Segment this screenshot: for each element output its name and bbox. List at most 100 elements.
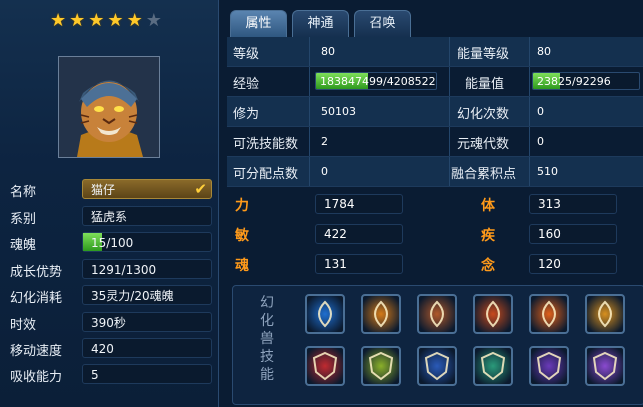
fusion-points-label: 融合累积点 [451, 167, 517, 182]
field-name: 名称 猫仔 ✔ [10, 179, 212, 200]
soul-generation-value: 0 [537, 135, 544, 148]
spirit-guard-skill-icon[interactable] [585, 346, 625, 386]
column-divider [309, 157, 310, 186]
column-divider [449, 157, 450, 186]
transform-cost-value-box: 35灵力/20魂魄 [82, 285, 212, 305]
cultivation-value: 50103 [321, 105, 356, 118]
star-icon: ★ [88, 10, 105, 31]
pet-portrait [58, 56, 160, 158]
energy-label: 能量值 [465, 77, 505, 92]
star-icon: ★ [126, 10, 143, 31]
column-divider [529, 127, 530, 156]
star-rating: ★ ★ ★ ★ ★ ★ [50, 12, 162, 30]
agility-value-box: 422 [315, 224, 403, 244]
growth-value-box: 1291/1300 [82, 259, 212, 279]
speed-value-box: 160 [529, 224, 617, 244]
column-divider [449, 67, 450, 96]
fusion-points-value: 510 [537, 165, 558, 178]
mind-value-box: 120 [529, 254, 617, 274]
field-label: 成长优势 [10, 265, 63, 280]
agility-label: 敏 [235, 228, 249, 244]
column-divider [529, 67, 530, 96]
fire-slash-skill-icon[interactable] [473, 294, 513, 334]
inferno-skill-icon[interactable] [585, 294, 625, 334]
field-label: 魂魄 [10, 238, 37, 253]
soul-stat-value: 131 [324, 257, 347, 271]
agility-value: 422 [324, 227, 347, 241]
duration-value: 390秒 [91, 316, 126, 330]
field-absorb: 吸收能力 5 [10, 364, 212, 385]
field-duration: 时效 390秒 [10, 312, 212, 333]
energy-level-value: 80 [537, 45, 551, 58]
column-divider [309, 127, 310, 156]
energy-level-label: 能量等级 [457, 47, 510, 62]
arcane-guard-skill-icon[interactable] [529, 346, 569, 386]
cultivation-label: 修为 [233, 107, 260, 122]
resettable-skills-value: 2 [321, 135, 328, 148]
field-label: 时效 [10, 318, 37, 333]
tab-attributes[interactable]: 属性 [230, 10, 287, 37]
stat-row: 魂 131 念 120 [227, 250, 643, 279]
soul-stat-value-box: 131 [315, 254, 403, 274]
column-divider [309, 67, 310, 96]
soul-value: 15/100 [91, 236, 134, 250]
pet-name-field[interactable]: 猫仔 ✔ [82, 179, 212, 199]
move-speed-value: 420 [91, 342, 114, 356]
star-empty-icon: ★ [145, 10, 162, 31]
vortex-skill-icon[interactable] [305, 294, 345, 334]
table-row: 修为 50103 幻化次数 0 [227, 97, 643, 127]
pet-profile-panel: ★ ★ ★ ★ ★ ★ 名称 猫仔 ✔ 系别 猛虎系 魂魄 15/100 成长优… [0, 0, 219, 407]
field-move-speed: 移动速度 420 [10, 338, 212, 359]
mind-value: 120 [538, 257, 561, 271]
field-transform-cost: 幻化消耗 35灵力/20魂魄 [10, 285, 212, 306]
jade-guard-skill-icon[interactable] [473, 346, 513, 386]
field-type: 系别 猛虎系 [10, 206, 212, 227]
level-label: 等级 [233, 47, 260, 62]
tab-summon[interactable]: 召唤 [354, 10, 411, 37]
tab-abilities[interactable]: 神通 [292, 10, 349, 37]
constitution-label: 体 [481, 198, 495, 214]
column-divider [529, 97, 530, 126]
speed-label: 疾 [481, 228, 495, 244]
free-points-label: 可分配点数 [233, 167, 299, 182]
soul-stat-label: 魂 [235, 258, 249, 274]
column-divider [529, 157, 530, 186]
field-label: 移动速度 [10, 344, 63, 359]
flame-burst-skill-icon[interactable] [361, 294, 401, 334]
nature-shield-skill-icon[interactable] [361, 346, 401, 386]
table-row: 可分配点数 0 融合累积点 510 [227, 157, 643, 187]
strength-label: 力 [235, 198, 249, 214]
energy-value: 23825/92296 [537, 75, 611, 88]
pet-name-value: 猫仔 [91, 183, 116, 197]
blaze-wave-skill-icon[interactable] [529, 294, 569, 334]
table-row: 可洗技能数 2 元魂代数 0 [227, 127, 643, 157]
free-points-value: 0 [321, 165, 328, 178]
soul-generation-label: 元魂代数 [457, 137, 510, 152]
field-label: 系别 [10, 212, 37, 227]
duration-value-box: 390秒 [82, 312, 212, 332]
field-label: 吸收能力 [10, 370, 63, 385]
column-divider [449, 97, 450, 126]
field-soul: 魂魄 15/100 [10, 232, 212, 253]
star-icon: ★ [69, 10, 86, 31]
absorb-value: 5 [91, 368, 99, 382]
column-divider [449, 127, 450, 156]
transform-count-label: 幻化次数 [457, 107, 510, 122]
energy-progress-bar: 23825/92296 [532, 72, 640, 90]
soul-progress-bar: 15/100 [82, 232, 212, 252]
absorb-value-box: 5 [82, 364, 212, 384]
confirm-check-icon[interactable]: ✔ [194, 179, 207, 199]
level-value: 80 [321, 45, 335, 58]
fire-blade-skill-icon[interactable] [305, 346, 345, 386]
skills-panel: 幻化兽技能 [232, 285, 643, 405]
type-value-box: 猛虎系 [82, 206, 212, 226]
exp-label: 经验 [233, 77, 260, 92]
resettable-skills-label: 可洗技能数 [233, 137, 299, 152]
exp-progress-bar: 183847499/420852288 [315, 72, 437, 90]
speed-value: 160 [538, 227, 561, 241]
claw-strike-skill-icon[interactable] [417, 294, 457, 334]
field-label: 名称 [10, 185, 37, 200]
skills-title: 幻化兽技能 [260, 295, 274, 383]
frost-guard-skill-icon[interactable] [417, 346, 457, 386]
growth-value: 1291/1300 [91, 263, 157, 277]
